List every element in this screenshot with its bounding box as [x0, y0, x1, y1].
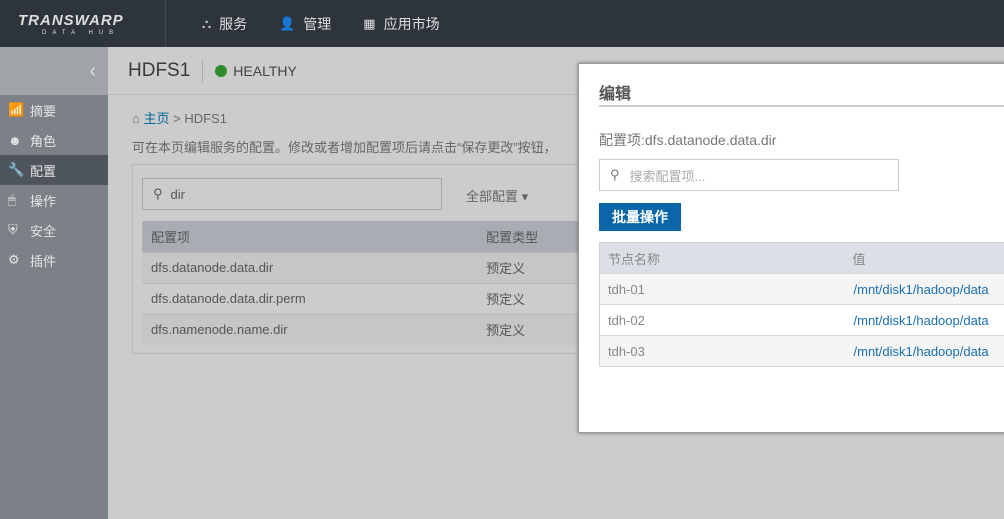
status-badge: HEALTHY — [233, 62, 297, 79]
collapse-sidebar-icon[interactable]: ‹ — [89, 60, 96, 83]
breadcrumb-home[interactable]: 主页 — [143, 111, 169, 126]
logo-text: TRANSWARP — [18, 11, 124, 29]
sidebar-item-label: 操作 — [30, 193, 57, 209]
table-row: tdh-01/mnt/disk1/hadoop/data — [599, 273, 1004, 305]
search-placeholder: 搜索配置项... — [629, 168, 706, 184]
node-name: tdh-03 — [599, 335, 845, 367]
divider — [599, 105, 1004, 107]
user-icon: 👤 — [279, 15, 296, 31]
search-value: dir — [170, 186, 185, 202]
sidebar-item[interactable]: 🔧 配置 — [0, 155, 108, 185]
table-row: tdh-02/mnt/disk1/hadoop/data — [599, 304, 1004, 336]
node-value-link[interactable]: /mnt/disk1/hadoop/data — [844, 273, 1004, 305]
config-panel: ⚲ dir 全部配置 ▾ 配置项 配置类型 dfs.datanode.data.d… — [132, 164, 602, 354]
nav-label: 管理 — [303, 15, 332, 32]
node-value-link[interactable]: /mnt/disk1/hadoop/data — [844, 304, 1004, 336]
top-nav: ⛬ 服务 👤 管理 ▦ 应用市场 — [202, 14, 472, 34]
table-row[interactable]: dfs.datanode.data.dir.perm 预定义 — [142, 282, 602, 314]
table-row: tdh-03/mnt/disk1/hadoop/data — [599, 335, 1004, 367]
sidebar-item-label: 配置 — [30, 163, 57, 179]
sidebar-item[interactable]: ☻ 角色 — [0, 125, 108, 155]
page-title: HDFS1 — [128, 59, 204, 82]
chart-icon: 📶 — [8, 102, 25, 117]
mouse-icon: 🖱 — [8, 192, 16, 207]
config-table: 配置项 配置类型 dfs.datanode.data.dir 预定义 dfs.data… — [142, 221, 602, 345]
column-header: 配置项 — [142, 221, 478, 252]
nav-services[interactable]: ⛬ 服务 — [202, 14, 247, 34]
sidebar-item-label: 插件 — [30, 253, 57, 269]
sidebar-item[interactable]: ⚙ 插件 — [0, 245, 108, 275]
node-value-table: 节点名称值 tdh-01/mnt/disk1/hadoop/data tdh-02… — [599, 242, 1004, 367]
mask-icon: ☻ — [8, 132, 22, 148]
top-bar: TRANSWARP DATA HUB ⛬ 服务 👤 管理 ▦ 应用市场 — [0, 0, 1004, 47]
sidebar: ‹ 📶 摘要 ☻ 角色 🔧 配置 🖱 操作 ⛨ 安全 ⚙ 插件 — [0, 47, 108, 519]
breadcrumb: ⌂ 主页 > HDFS1 — [132, 108, 227, 127]
shield-icon: ⛨ — [8, 222, 18, 237]
config-item-label: 配置项:dfs.datanode.data.dir — [599, 132, 777, 148]
nav-user[interactable]: 👤 管理 — [279, 14, 331, 34]
search-icon: ⚲ — [153, 186, 163, 201]
config-search-input[interactable]: ⚲ dir — [142, 178, 442, 210]
sidebar-item[interactable]: 🖱 操作 — [0, 185, 108, 215]
column-header: 值 — [844, 242, 1004, 274]
sidebar-item-label: 摘要 — [30, 103, 57, 119]
health-status-dot — [215, 64, 228, 77]
config-name[interactable]: dfs.datanode.data.dir.perm — [142, 282, 478, 314]
column-header: 节点名称 — [599, 242, 845, 274]
gears-icon: ⚙ — [8, 252, 20, 267]
nav-app-market[interactable]: ▦ 应用市场 — [363, 14, 439, 34]
sidebar-item-label: 角色 — [30, 133, 57, 149]
sidebar-item[interactable]: 📶 摘要 — [0, 95, 108, 125]
config-name[interactable]: dfs.namenode.name.dir — [142, 313, 478, 345]
services-icon: ⛬ — [202, 15, 212, 31]
search-icon: ⚲ — [610, 167, 620, 182]
modal-title: 编辑 — [599, 86, 632, 103]
sidebar-item-label: 安全 — [30, 223, 57, 239]
tools-icon: 🔧 — [8, 162, 25, 177]
node-search-input[interactable]: ⚲ 搜索配置项... — [599, 159, 899, 191]
nav-label: 应用市场 — [383, 15, 440, 32]
breadcrumb-current: HDFS1 — [184, 111, 227, 126]
nav-label: 服务 — [219, 15, 248, 32]
logo[interactable]: TRANSWARP DATA HUB — [0, 0, 166, 47]
node-name: tdh-02 — [599, 304, 845, 336]
table-row[interactable]: dfs.datanode.data.dir 预定义 — [142, 251, 602, 283]
node-value-link[interactable]: /mnt/disk1/hadoop/data — [844, 335, 1004, 367]
node-name: tdh-01 — [599, 273, 845, 305]
table-row[interactable]: dfs.namenode.name.dir 预定义 — [142, 313, 602, 345]
app-market-icon: ▦ — [363, 15, 376, 31]
bulk-operation-button[interactable]: 批量操作 — [599, 203, 681, 231]
config-filter-dropdown[interactable]: 全部配置 ▾ — [466, 186, 528, 205]
page-description: 可在本页编辑服务的配置。修改或者增加配置项后请点击“保存更改”按钮， — [132, 140, 557, 155]
home-icon: ⌂ — [132, 111, 140, 126]
config-name[interactable]: dfs.datanode.data.dir — [142, 251, 478, 283]
edit-modal: 编辑 配置项:dfs.datanode.data.dir ⚲ 搜索配置项... … — [578, 63, 1004, 433]
logo-subtext: DATA HUB — [42, 29, 120, 36]
sidebar-item[interactable]: ⛨ 安全 — [0, 215, 108, 245]
breadcrumb-separator: > — [173, 111, 181, 126]
